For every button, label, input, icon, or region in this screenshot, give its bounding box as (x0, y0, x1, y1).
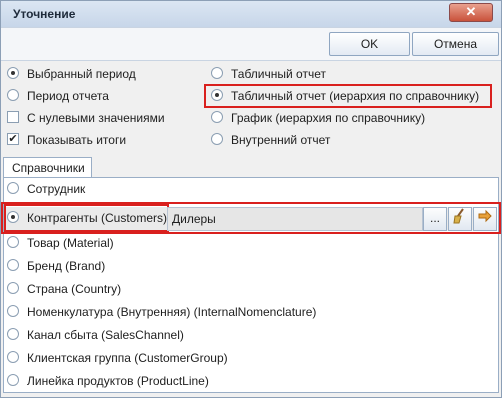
radio-button[interactable] (7, 67, 19, 79)
option-label: Выбранный период (27, 67, 136, 81)
option-label: Период отчета (27, 89, 109, 103)
radio-button[interactable] (7, 305, 19, 317)
title-bar: Уточнение ✕ (1, 1, 501, 27)
radio-button[interactable] (7, 89, 19, 101)
reference-label: Бренд (Brand) (27, 259, 106, 273)
radio-button[interactable] (211, 67, 223, 79)
reference-label: Товар (Material) (27, 236, 114, 250)
radio-button[interactable] (7, 374, 19, 386)
radio-button[interactable] (7, 236, 19, 248)
radio-button[interactable] (7, 211, 19, 223)
radio-button[interactable] (211, 89, 223, 101)
reference-label: Канал сбыта (SalesChannel) (27, 328, 184, 342)
checkbox[interactable]: ✔ (7, 133, 19, 145)
browse-button[interactable]: ... (423, 207, 447, 231)
broom-icon[interactable] (448, 207, 472, 231)
customers-value-field[interactable]: Дилеры (167, 207, 423, 231)
radio-button[interactable] (7, 259, 19, 271)
ok-button[interactable]: OK (329, 32, 410, 56)
toolbar: OK Отмена (1, 27, 501, 61)
option-label: Показывать итоги (27, 133, 127, 147)
radio-button[interactable] (211, 111, 223, 123)
option-label: Внутренний отчет (231, 133, 331, 147)
reference-label: Номенкулатура (Внутренняя) (InternalNome… (27, 305, 317, 319)
close-button[interactable]: ✕ (449, 3, 493, 22)
tab-references[interactable]: Справочники (3, 157, 92, 178)
cancel-button[interactable]: Отмена (412, 32, 499, 56)
radio-button[interactable] (7, 282, 19, 294)
checkbox[interactable] (7, 111, 19, 123)
option-label: Табличный отчет (231, 67, 326, 81)
arrow-icon[interactable] (473, 207, 497, 231)
reference-label: Страна (Country) (27, 282, 122, 296)
radio-button[interactable] (211, 133, 223, 145)
radio-button[interactable] (7, 182, 19, 194)
option-label: График (иерархия по справочнику) (231, 111, 426, 125)
radio-button[interactable] (7, 351, 19, 363)
reference-label: Линейка продуктов (ProductLine) (27, 374, 209, 388)
option-label: С нулевыми значениями (27, 111, 165, 125)
refinement-dialog: Уточнение ✕ OK Отмена Выбранный период П… (0, 0, 502, 398)
radio-button[interactable] (7, 328, 19, 340)
reference-label: Клиентская группа (CustomerGroup) (27, 351, 228, 365)
reference-label: Сотрудник (27, 182, 86, 196)
window-title: Уточнение (13, 7, 76, 21)
option-label: Табличный отчет (иерархия по справочнику… (231, 89, 480, 103)
reference-label: Контрагенты (Customers) (27, 211, 168, 225)
